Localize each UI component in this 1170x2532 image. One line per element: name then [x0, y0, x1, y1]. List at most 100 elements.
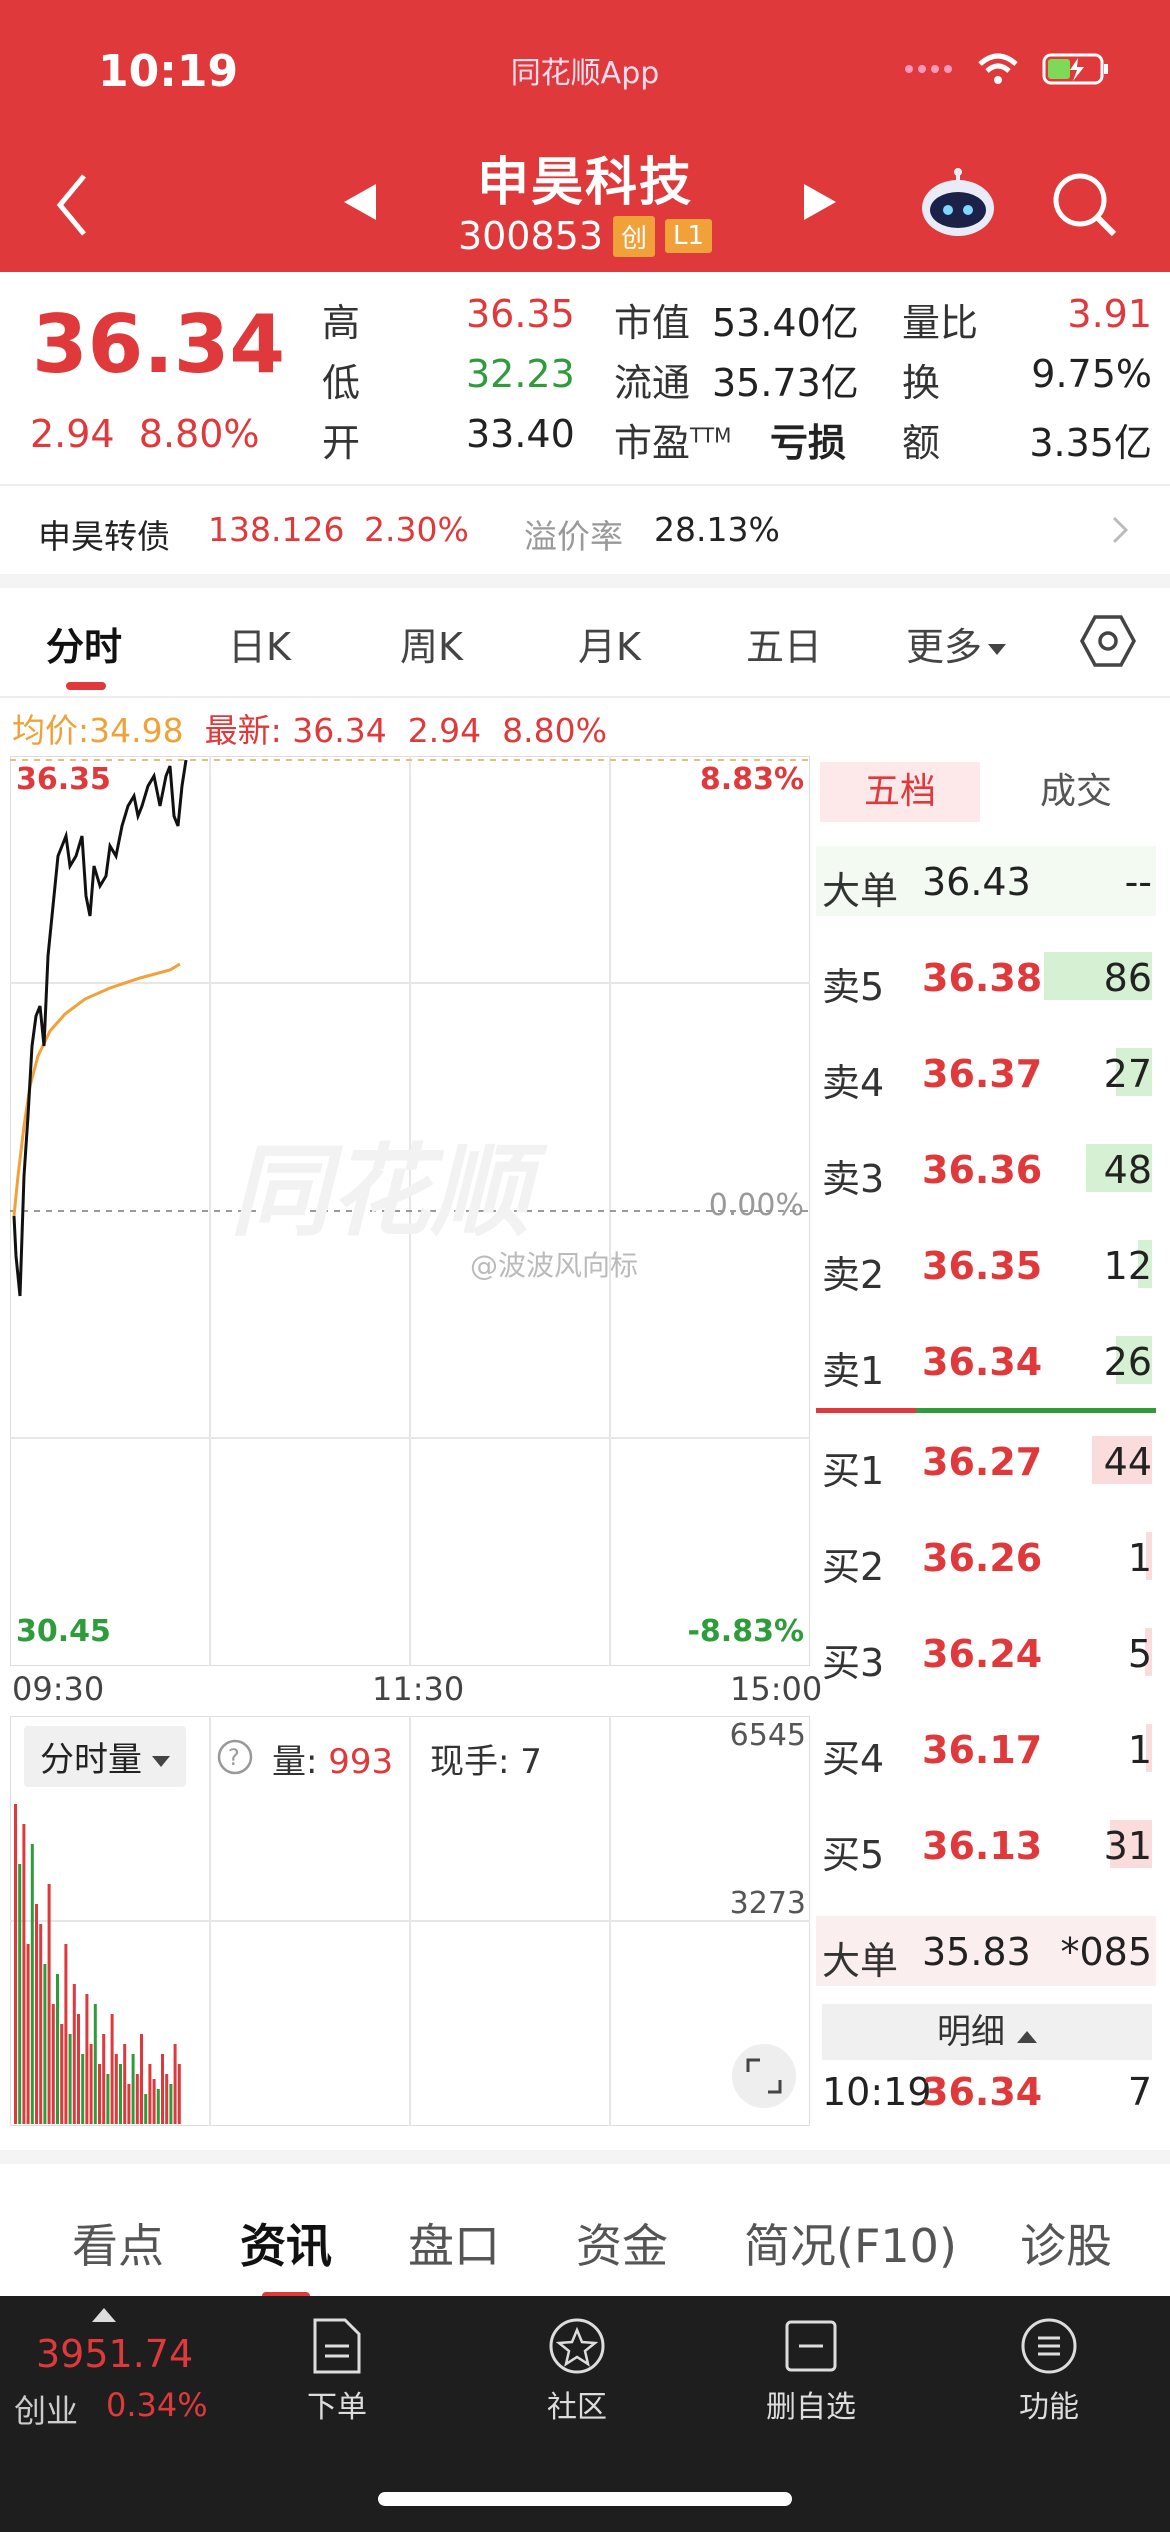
latest-value: 36.34: [292, 711, 387, 750]
tab-orderbook[interactable]: 盘口: [408, 2210, 500, 2276]
level-label: 卖2: [822, 1253, 885, 1297]
price-change: 2.94 8.80%: [30, 412, 260, 456]
community-button[interactable]: 社区: [502, 2316, 652, 2426]
bid-row[interactable]: 买1 36.27 44: [816, 1426, 1156, 1496]
tab-weekly-k[interactable]: 周K: [400, 616, 463, 671]
volume-bar: [43, 1964, 47, 2124]
tab-funds[interactable]: 资金: [576, 2210, 668, 2276]
app-header: 10:19 同花顺App 申昊科技 300853 创 L1: [0, 0, 1170, 272]
volume-bar: [169, 2084, 173, 2124]
volume-bar: [148, 2064, 152, 2124]
tab-five-day[interactable]: 五日: [746, 616, 822, 671]
stock-code: 300853: [457, 214, 603, 258]
level-price: 36.35: [922, 1244, 1043, 1288]
hand-readout: 现手: 7: [430, 1742, 542, 1782]
order-button[interactable]: 下单: [262, 2316, 412, 2426]
wifi-icon: [978, 53, 1018, 84]
ask-row[interactable]: 卖4 36.37 27: [816, 1038, 1156, 1108]
amount-label: 额: [902, 421, 941, 465]
volume-bar: [18, 1864, 22, 2124]
ask-row[interactable]: 卖3 36.36 48: [816, 1134, 1156, 1204]
chevron-right-icon: [1112, 516, 1129, 544]
mid-pct-label: 0.00%: [708, 1188, 804, 1223]
level-label: 卖3: [822, 1157, 885, 1201]
index-value[interactable]: 3951.74: [36, 2332, 193, 2376]
tab-news[interactable]: 资讯: [240, 2210, 332, 2276]
search-icon[interactable]: [1050, 170, 1120, 240]
convertible-bond-bar[interactable]: 申昊转债 138.126 2.30% 溢价率 28.13%: [0, 484, 1170, 588]
volume-bar: [127, 2084, 131, 2124]
volume-bar: [35, 1904, 38, 2124]
quote-panel: 36.34 2.94 8.80% 高 36.35 低 32.23 开 33.40…: [0, 272, 1170, 482]
volume-bar: [114, 2054, 118, 2124]
volume-chart[interactable]: 分时量 ? 量: 993 现手: 7 6545 3273: [10, 1716, 810, 2126]
assistant-robot-icon[interactable]: [918, 168, 998, 240]
level-price: 36.38: [922, 956, 1043, 1000]
amount-value: 3.35亿: [1029, 421, 1152, 465]
ask-row[interactable]: 卖2 36.35 12: [816, 1230, 1156, 1300]
dropdown-icon: [988, 643, 1007, 655]
home-indicator[interactable]: [378, 2492, 792, 2506]
volume-bar: [47, 1884, 51, 2124]
premium-value: 28.13%: [654, 510, 780, 549]
settings-hex-icon[interactable]: [1080, 614, 1136, 668]
help-icon[interactable]: ?: [216, 1738, 254, 1776]
volume-bar: [89, 2044, 93, 2124]
level-volume: 1: [1127, 1728, 1152, 1772]
high-value: 36.35: [466, 292, 575, 336]
bid-row[interactable]: 买2 36.26 1: [816, 1522, 1156, 1592]
index-pct: 0.34%: [106, 2386, 208, 2424]
bid-row[interactable]: 买3 36.24 5: [816, 1618, 1156, 1688]
volume-bar: [77, 2014, 80, 2124]
vr-value: 3.91: [1067, 292, 1152, 336]
volume-type-selector[interactable]: 分时量: [24, 1726, 186, 1787]
level-volume: 12: [1103, 1244, 1152, 1288]
tab-five-levels[interactable]: 五档: [820, 762, 980, 822]
level-volume: 44: [1103, 1440, 1152, 1484]
volume-bar: [102, 2034, 106, 2124]
volume-bar: [30, 1844, 34, 2124]
next-stock-icon[interactable]: [800, 182, 840, 222]
tab-more[interactable]: 更多: [906, 616, 1007, 671]
intraday-chart[interactable]: 同花顺 36.35 8.83% 0.00% 30.45 -8.83% @波波风向…: [10, 756, 810, 1666]
tab-highlights[interactable]: 看点: [72, 2210, 164, 2276]
tab-diagnosis[interactable]: 诊股: [1020, 2210, 1112, 2276]
bid-row[interactable]: 买5 36.13 31: [816, 1810, 1156, 1880]
level-volume: 86: [1103, 956, 1152, 1000]
volume-bar: [14, 1804, 17, 2124]
fullscreen-icon[interactable]: [730, 2042, 798, 2110]
tab-trades[interactable]: 成交: [996, 762, 1156, 822]
tab-active-underline: [66, 682, 106, 690]
time-start: 09:30: [12, 1670, 105, 1708]
big-order-bottom: 大单 35.83 *085: [816, 1916, 1156, 1986]
tab-intraday[interactable]: 分时: [46, 616, 122, 671]
functions-button[interactable]: 功能: [974, 2316, 1124, 2426]
price-line: [12, 759, 188, 1297]
volume-bar: [81, 2054, 85, 2124]
ask-row[interactable]: 卖5 36.38 86: [816, 942, 1156, 1012]
level-volume: 1: [1127, 1536, 1152, 1580]
tab-monthly-k[interactable]: 月K: [578, 616, 641, 671]
detail-button[interactable]: 明细: [822, 2004, 1152, 2060]
volume-bar: [93, 2004, 97, 2124]
volume-bar: [26, 1944, 30, 2124]
remove-watchlist-button[interactable]: 删自选: [736, 2316, 886, 2426]
level-price: 36.13: [922, 1824, 1043, 1868]
volume-bar: [110, 2014, 114, 2124]
triangle-up-icon: [92, 2308, 116, 2322]
level-volume: 31: [1103, 1824, 1152, 1868]
level-label: 买1: [822, 1449, 885, 1493]
volume-bar: [135, 2074, 139, 2124]
ask-row[interactable]: 卖1 36.34 26: [816, 1326, 1156, 1396]
watermark-text: @波波风向标: [470, 1249, 639, 1282]
top-pct-label: 8.83%: [699, 762, 804, 797]
svg-text:?: ?: [228, 1746, 240, 1771]
level-label: 买2: [822, 1545, 885, 1589]
tab-f10[interactable]: 简况(F10): [744, 2210, 957, 2276]
tab-daily-k[interactable]: 日K: [228, 616, 291, 671]
last-trade-row: 10:19 36.34 7: [822, 2070, 1152, 2114]
level-price: 36.24: [922, 1632, 1043, 1676]
bid-row[interactable]: 买4 36.17 1: [816, 1714, 1156, 1784]
avg-label: 均价:: [12, 711, 90, 750]
high-label: 高: [322, 301, 361, 345]
